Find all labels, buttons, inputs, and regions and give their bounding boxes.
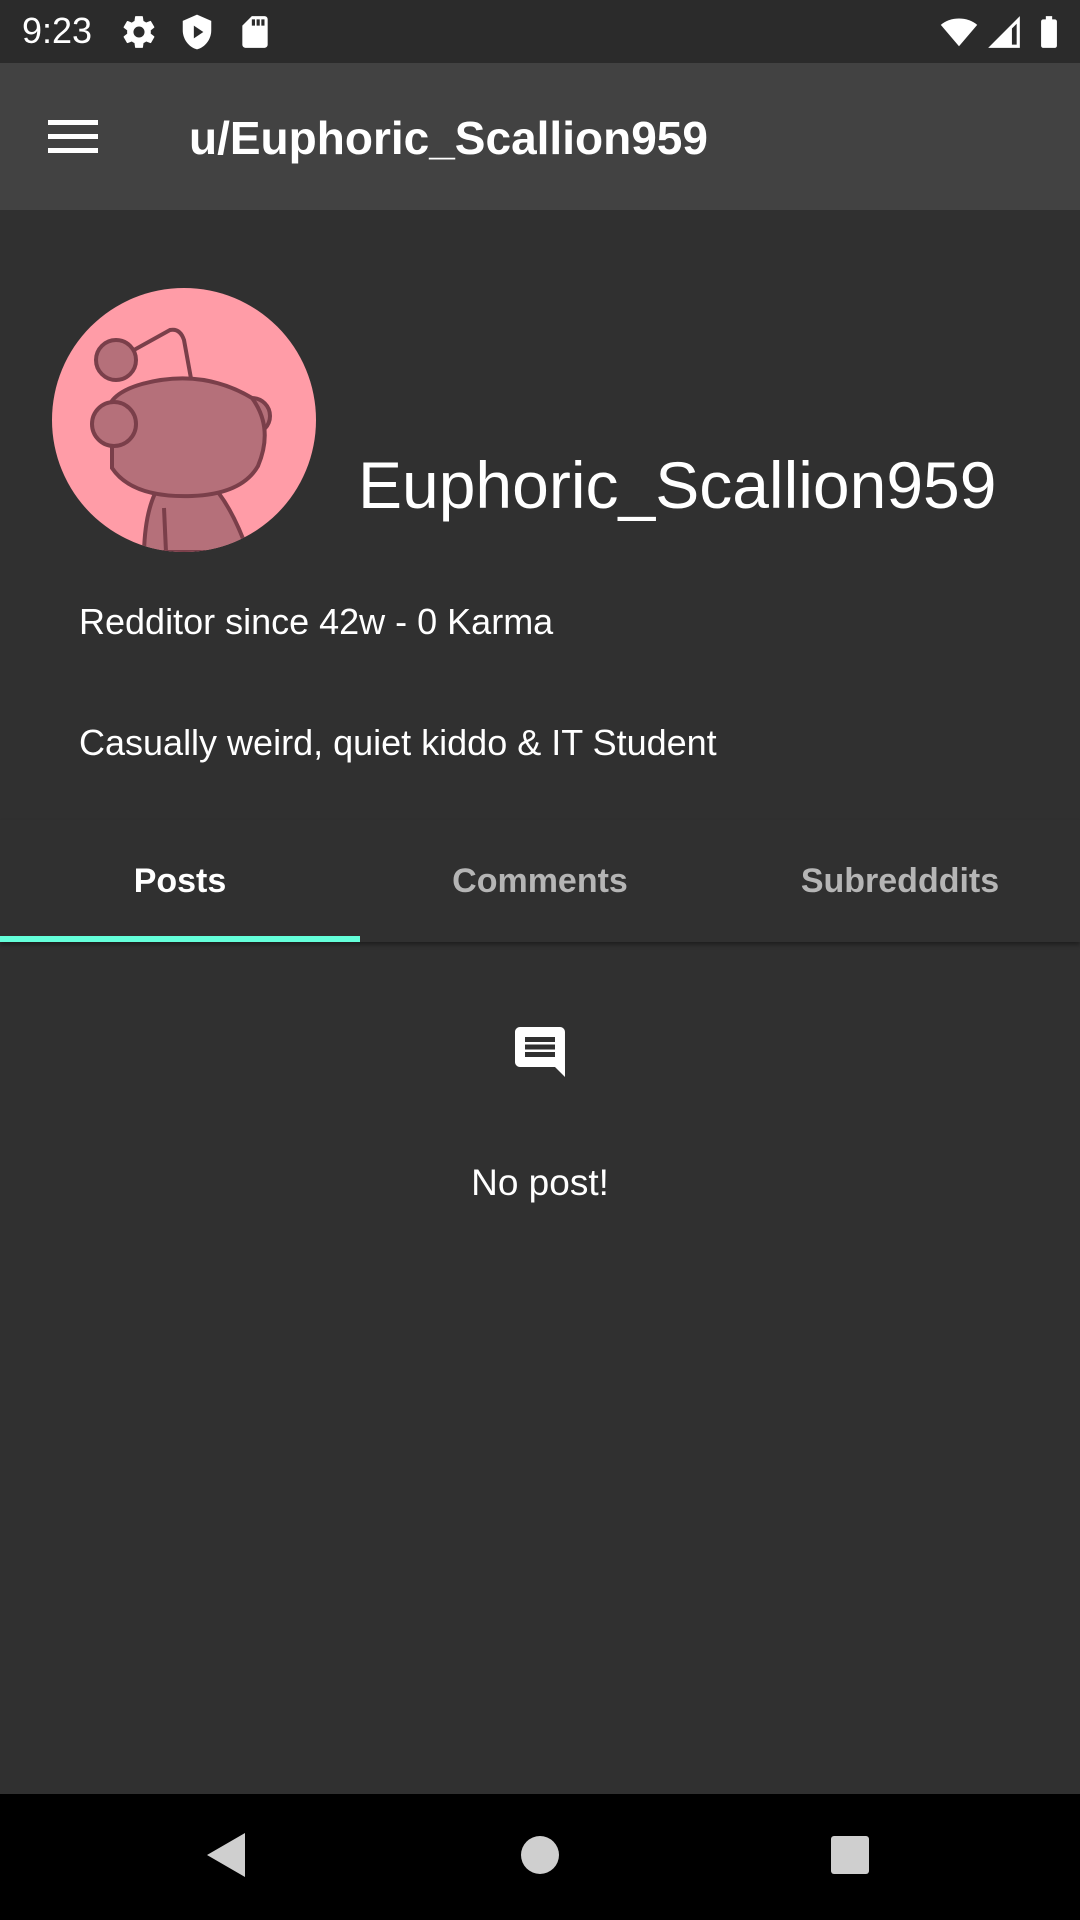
gear-icon [120, 13, 158, 51]
profile-meta: Redditor since 42w - 0 Karma [79, 601, 554, 642]
empty-state-text: No post! [471, 1162, 609, 1203]
sd-card-icon [236, 13, 274, 51]
menu-button[interactable] [30, 103, 116, 173]
tab-comments[interactable]: Comments [360, 820, 720, 942]
home-icon [520, 1835, 560, 1880]
menu-icon [48, 118, 98, 159]
tab-label: Comments [452, 861, 628, 900]
tab-posts[interactable]: Posts [0, 820, 360, 942]
profile-username: Euphoric_Scallion959 [358, 448, 997, 522]
tab-label: Subredddits [800, 861, 1000, 900]
tab-indicator [0, 936, 360, 942]
snoo-avatar-icon [52, 327, 316, 552]
tab-label: Posts [133, 861, 227, 900]
status-time: 9:23 [22, 10, 93, 51]
back-icon [203, 1831, 247, 1884]
home-button[interactable] [500, 1817, 580, 1897]
signal-icon [985, 13, 1023, 51]
page-title: u/Euphoric_Scallion959 [189, 112, 708, 164]
back-button[interactable] [185, 1817, 265, 1897]
battery-icon [1030, 13, 1068, 51]
profile-bio: Casually weird, quiet kiddo & IT Student [79, 722, 717, 763]
app-toolbar: u/Euphoric_Scallion959 [0, 63, 1080, 210]
recents-button[interactable] [810, 1817, 890, 1897]
wifi-icon [940, 13, 978, 51]
tab-bar: Posts Comments Subredddits [0, 820, 1080, 942]
avatar[interactable] [52, 288, 316, 552]
system-nav-bar [0, 1794, 1080, 1920]
recents-icon [830, 1835, 870, 1880]
shield-icon [178, 13, 216, 51]
tab-subreddits[interactable]: Subredddits [720, 820, 1080, 942]
status-bar: 9:23 [0, 0, 1080, 63]
comment-icon [510, 1022, 570, 1082]
